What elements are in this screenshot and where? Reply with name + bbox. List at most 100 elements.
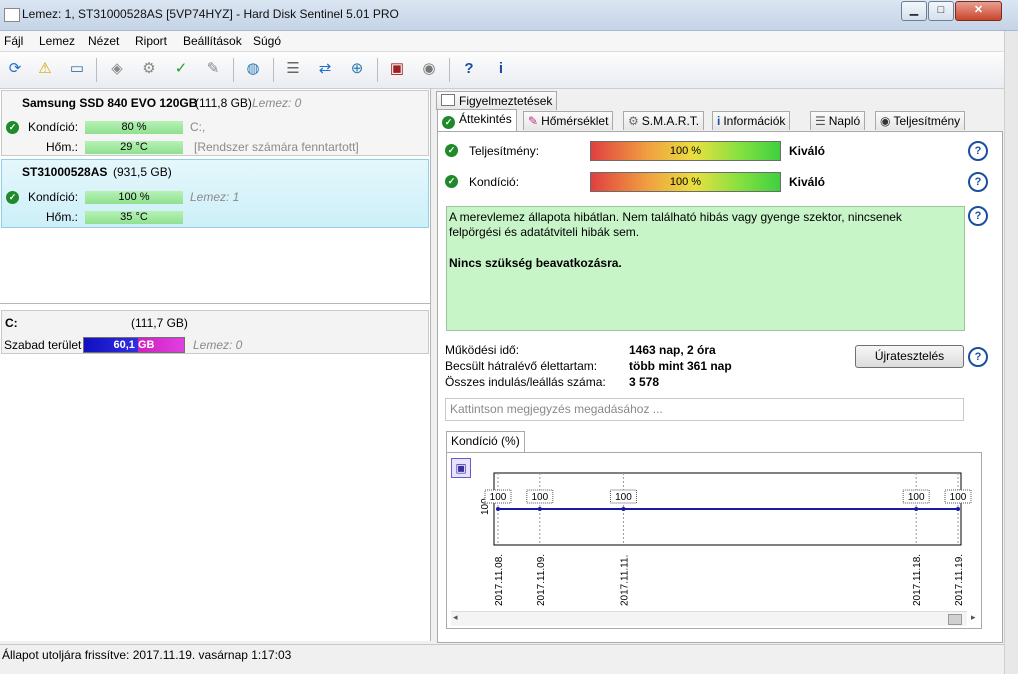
tab-overview[interactable]: ✓ Áttekintés bbox=[437, 109, 517, 131]
ok-check-icon: ✓ bbox=[442, 116, 455, 129]
data-label: 100 bbox=[908, 492, 925, 503]
menu-settings[interactable]: Beállítások bbox=[183, 34, 242, 48]
scroll-left-arrow-icon[interactable]: ◂ bbox=[453, 612, 458, 623]
toolbar: ⟳ ⚠ ▭ ◈ ⚙ ✓ ✎ ◍ ☰ ⇄ ⊕ ▣ ◉ ? i bbox=[0, 52, 1004, 89]
tab-warnings[interactable]: Figyelmeztetések bbox=[436, 91, 558, 110]
data-point bbox=[537, 507, 542, 511]
disk-card-samsung[interactable]: Samsung SSD 840 EVO 120GB (111,8 GB) Lem… bbox=[1, 90, 429, 156]
temp-label: Hőm.: bbox=[46, 210, 79, 224]
partition-disk-index: Lemez: 0 bbox=[193, 338, 243, 352]
tab-information[interactable]: i Információk bbox=[712, 111, 791, 130]
disk-test-icon[interactable]: ⚙ bbox=[136, 56, 162, 82]
data-label: 100 bbox=[490, 492, 507, 503]
tab-condition-chart[interactable]: Kondíció (%) bbox=[446, 431, 525, 453]
toolbar-separator bbox=[273, 58, 274, 82]
speaker-icon[interactable]: ◉ bbox=[416, 56, 442, 82]
condition-chart-frame: ▣ 100 100 2017.11.08. 100 2017.11.09. 100 2017… bbox=[446, 452, 982, 629]
thermometer-icon: ✎ bbox=[528, 114, 539, 128]
menu-bar: Fájl Lemez Nézet Riport Beállítások Súgó bbox=[0, 31, 1004, 52]
tab-label: Információk bbox=[723, 114, 786, 128]
retest-button[interactable]: Újratesztelés bbox=[855, 345, 964, 368]
disk-info-icon[interactable]: ▭ bbox=[64, 56, 90, 82]
gauge-icon: ◉ bbox=[880, 114, 891, 128]
help-icon[interactable]: ? bbox=[968, 141, 988, 161]
disk-name: Samsung SSD 840 EVO 120GB bbox=[22, 96, 198, 110]
partition-note: [Rendszer számára fenntartott] bbox=[194, 140, 359, 154]
disk-gray-icon[interactable]: ◈ bbox=[104, 56, 130, 82]
globe-icon[interactable]: ◍ bbox=[240, 56, 266, 82]
disk-index: Lemez: 0 bbox=[252, 96, 302, 110]
ok-check-icon: ✓ bbox=[445, 175, 458, 188]
data-point bbox=[956, 507, 960, 511]
tab-log[interactable]: ☰ Napló bbox=[810, 111, 866, 130]
menu-report[interactable]: Riport bbox=[135, 34, 167, 48]
tab-label: Teljesítmény bbox=[893, 114, 961, 128]
info-icon: i bbox=[717, 114, 721, 128]
warning-icon[interactable]: ⚠ bbox=[32, 56, 58, 82]
partition-letter: C: bbox=[5, 316, 18, 330]
status-text: A merevlemez állapota hibátlan. Nem talá… bbox=[449, 210, 902, 239]
help-icon[interactable]: ? bbox=[968, 206, 988, 226]
disk-card-st31000528as[interactable]: ST31000528AS (931,5 GB) ✓ Kondíció: 100 … bbox=[1, 159, 429, 228]
report-icon[interactable]: ☰ bbox=[280, 56, 306, 82]
x-tick-label: 2017.11.08. bbox=[494, 554, 505, 606]
help-icon[interactable]: ? bbox=[968, 172, 988, 192]
menu-view[interactable]: Nézet bbox=[88, 34, 119, 48]
network-icon[interactable]: ⊕ bbox=[344, 56, 370, 82]
data-label: 100 bbox=[950, 492, 967, 503]
tab-temperature[interactable]: ✎ Hőmérséklet bbox=[523, 111, 614, 130]
scroll-thumb[interactable] bbox=[948, 614, 962, 625]
last-update-text: Állapot utoljára frissítve: 2017.11.19. … bbox=[2, 648, 292, 662]
window-right-edge bbox=[1004, 31, 1018, 674]
refresh-icon[interactable]: ⟳ bbox=[2, 56, 28, 82]
status-bar: Állapot utoljára frissítve: 2017.11.19. … bbox=[0, 644, 1004, 665]
menu-file[interactable]: Fájl bbox=[4, 34, 23, 48]
help-icon[interactable]: ? bbox=[456, 56, 482, 82]
x-tick-label: 2017.11.18. bbox=[912, 554, 923, 606]
chart-h-scrollbar[interactable]: ◂ ▸ bbox=[451, 611, 976, 626]
scroll-right-arrow-icon[interactable]: ▸ bbox=[971, 612, 976, 623]
tab-smart[interactable]: ⚙ S.M.A.R.T. bbox=[623, 111, 705, 130]
disk-size: (111,8 GB) bbox=[195, 96, 252, 110]
disk-ok-icon[interactable]: ✓ bbox=[168, 56, 194, 82]
temp-bar: 35 °C bbox=[85, 211, 183, 224]
performance-label: Teljesítmény: bbox=[469, 144, 540, 158]
free-space-value: 60,1 GB bbox=[113, 339, 155, 351]
close-button[interactable]: ✕ bbox=[955, 1, 1002, 21]
toolbar-separator bbox=[449, 58, 450, 82]
toolbar-separator bbox=[96, 58, 97, 82]
condition-label: Kondíció: bbox=[469, 175, 520, 189]
tab-label: S.M.A.R.T. bbox=[641, 114, 700, 128]
disk-tool-icon[interactable]: ✎ bbox=[200, 56, 226, 82]
ok-check-icon: ✓ bbox=[6, 121, 19, 134]
status-description: A merevlemez állapota hibátlan. Nem talá… bbox=[446, 206, 965, 331]
disk-list-panel: Samsung SSD 840 EVO 120GB (111,8 GB) Lem… bbox=[0, 89, 431, 641]
x-tick-label: 2017.11.11. bbox=[619, 555, 630, 606]
log-icon: ☰ bbox=[815, 114, 826, 128]
help-icon[interactable]: ? bbox=[968, 347, 988, 367]
smart-icon: ⚙ bbox=[628, 114, 639, 128]
info-icon[interactable]: i bbox=[488, 56, 514, 82]
menu-disk[interactable]: Lemez bbox=[39, 34, 75, 48]
data-label: 100 bbox=[531, 492, 548, 503]
maximize-button[interactable]: □ bbox=[928, 1, 954, 21]
free-space-label: Szabad terület bbox=[4, 338, 82, 352]
uptime-label: Működési idő: bbox=[445, 343, 520, 357]
note-placeholder: Kattintson megjegyzés megadásához ... bbox=[450, 402, 663, 416]
tab-performance[interactable]: ◉ Teljesítmény bbox=[875, 111, 966, 130]
partition-card-c[interactable]: C: (111,7 GB) Szabad terület 60,1 GB Lem… bbox=[1, 310, 429, 354]
monitor-icon[interactable]: ▣ bbox=[384, 56, 410, 82]
condition-rating: Kiváló bbox=[789, 175, 826, 189]
menu-help[interactable]: Súgó bbox=[253, 34, 281, 48]
tab-label: Kondíció (%) bbox=[451, 434, 520, 448]
minimize-button[interactable]: ▁ bbox=[901, 1, 927, 21]
note-input[interactable]: Kattintson megjegyzés megadásához ... bbox=[445, 398, 964, 421]
tab-label: Hőmérséklet bbox=[541, 114, 609, 128]
sync-icon[interactable]: ⇄ bbox=[312, 56, 338, 82]
starts-value: 3 578 bbox=[629, 375, 660, 389]
toolbar-separator bbox=[377, 58, 378, 82]
temp-label: Hőm.: bbox=[46, 140, 79, 154]
disk-index: Lemez: 1 bbox=[190, 190, 240, 204]
condition-bar: 100 % bbox=[590, 172, 781, 192]
data-point bbox=[914, 507, 919, 511]
